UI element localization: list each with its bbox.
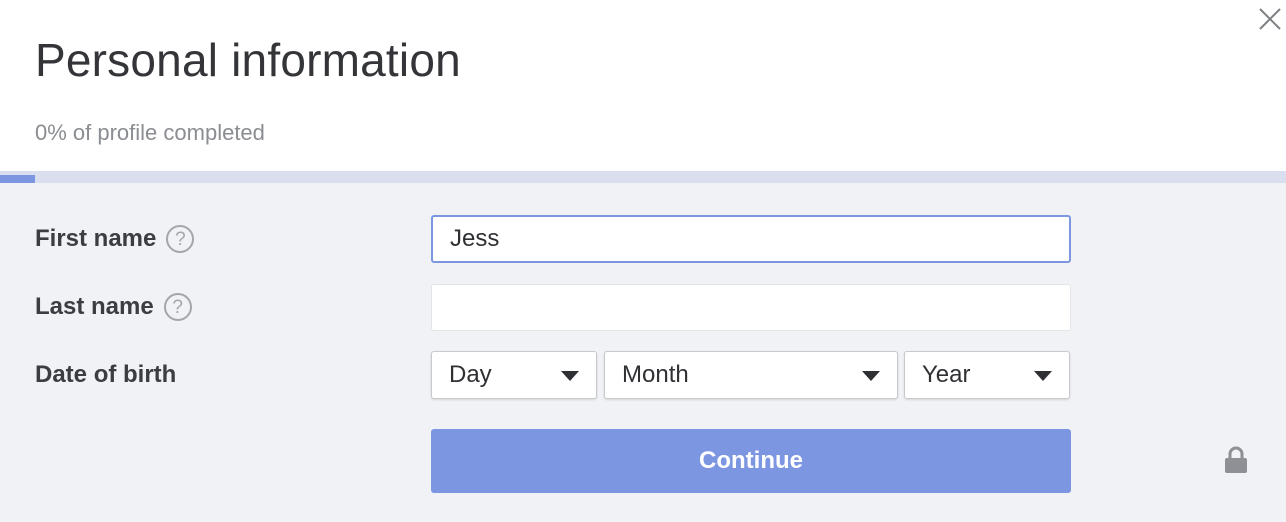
last-name-label: Last name ?: [35, 292, 192, 322]
profile-progress-text: 0% of profile completed: [35, 120, 265, 145]
lock-icon: [1225, 446, 1247, 473]
year-select[interactable]: Year: [904, 351, 1070, 399]
date-of-birth-label: Date of birth: [35, 360, 176, 390]
first-name-label: First name ?: [35, 224, 195, 254]
date-of-birth-label-text: Date of birth: [35, 361, 177, 388]
day-select[interactable]: Day: [431, 351, 597, 399]
caret-down-icon: [561, 371, 579, 381]
month-select[interactable]: Month: [604, 351, 898, 399]
first-name-help-icon[interactable]: ?: [166, 225, 195, 253]
last-name-label-text: Last name: [35, 293, 154, 320]
continue-button[interactable]: Continue: [431, 429, 1071, 493]
progress-track: [0, 171, 1286, 183]
year-select-value: Year: [922, 361, 971, 388]
page-title: Personal information: [35, 34, 461, 86]
progress-fill: [0, 175, 35, 183]
last-name-input[interactable]: [431, 284, 1071, 331]
month-select-value: Month: [622, 361, 689, 388]
first-name-input[interactable]: [431, 215, 1071, 263]
close-icon[interactable]: [1256, 5, 1284, 33]
day-select-value: Day: [449, 361, 492, 388]
close-button[interactable]: [1256, 5, 1284, 33]
last-name-help-icon[interactable]: ?: [163, 293, 192, 321]
first-name-label-text: First name: [35, 225, 157, 252]
caret-down-icon: [862, 371, 880, 381]
caret-down-icon: [1034, 371, 1052, 381]
modal-header: Personal information 0% of profile compl…: [0, 0, 1286, 171]
